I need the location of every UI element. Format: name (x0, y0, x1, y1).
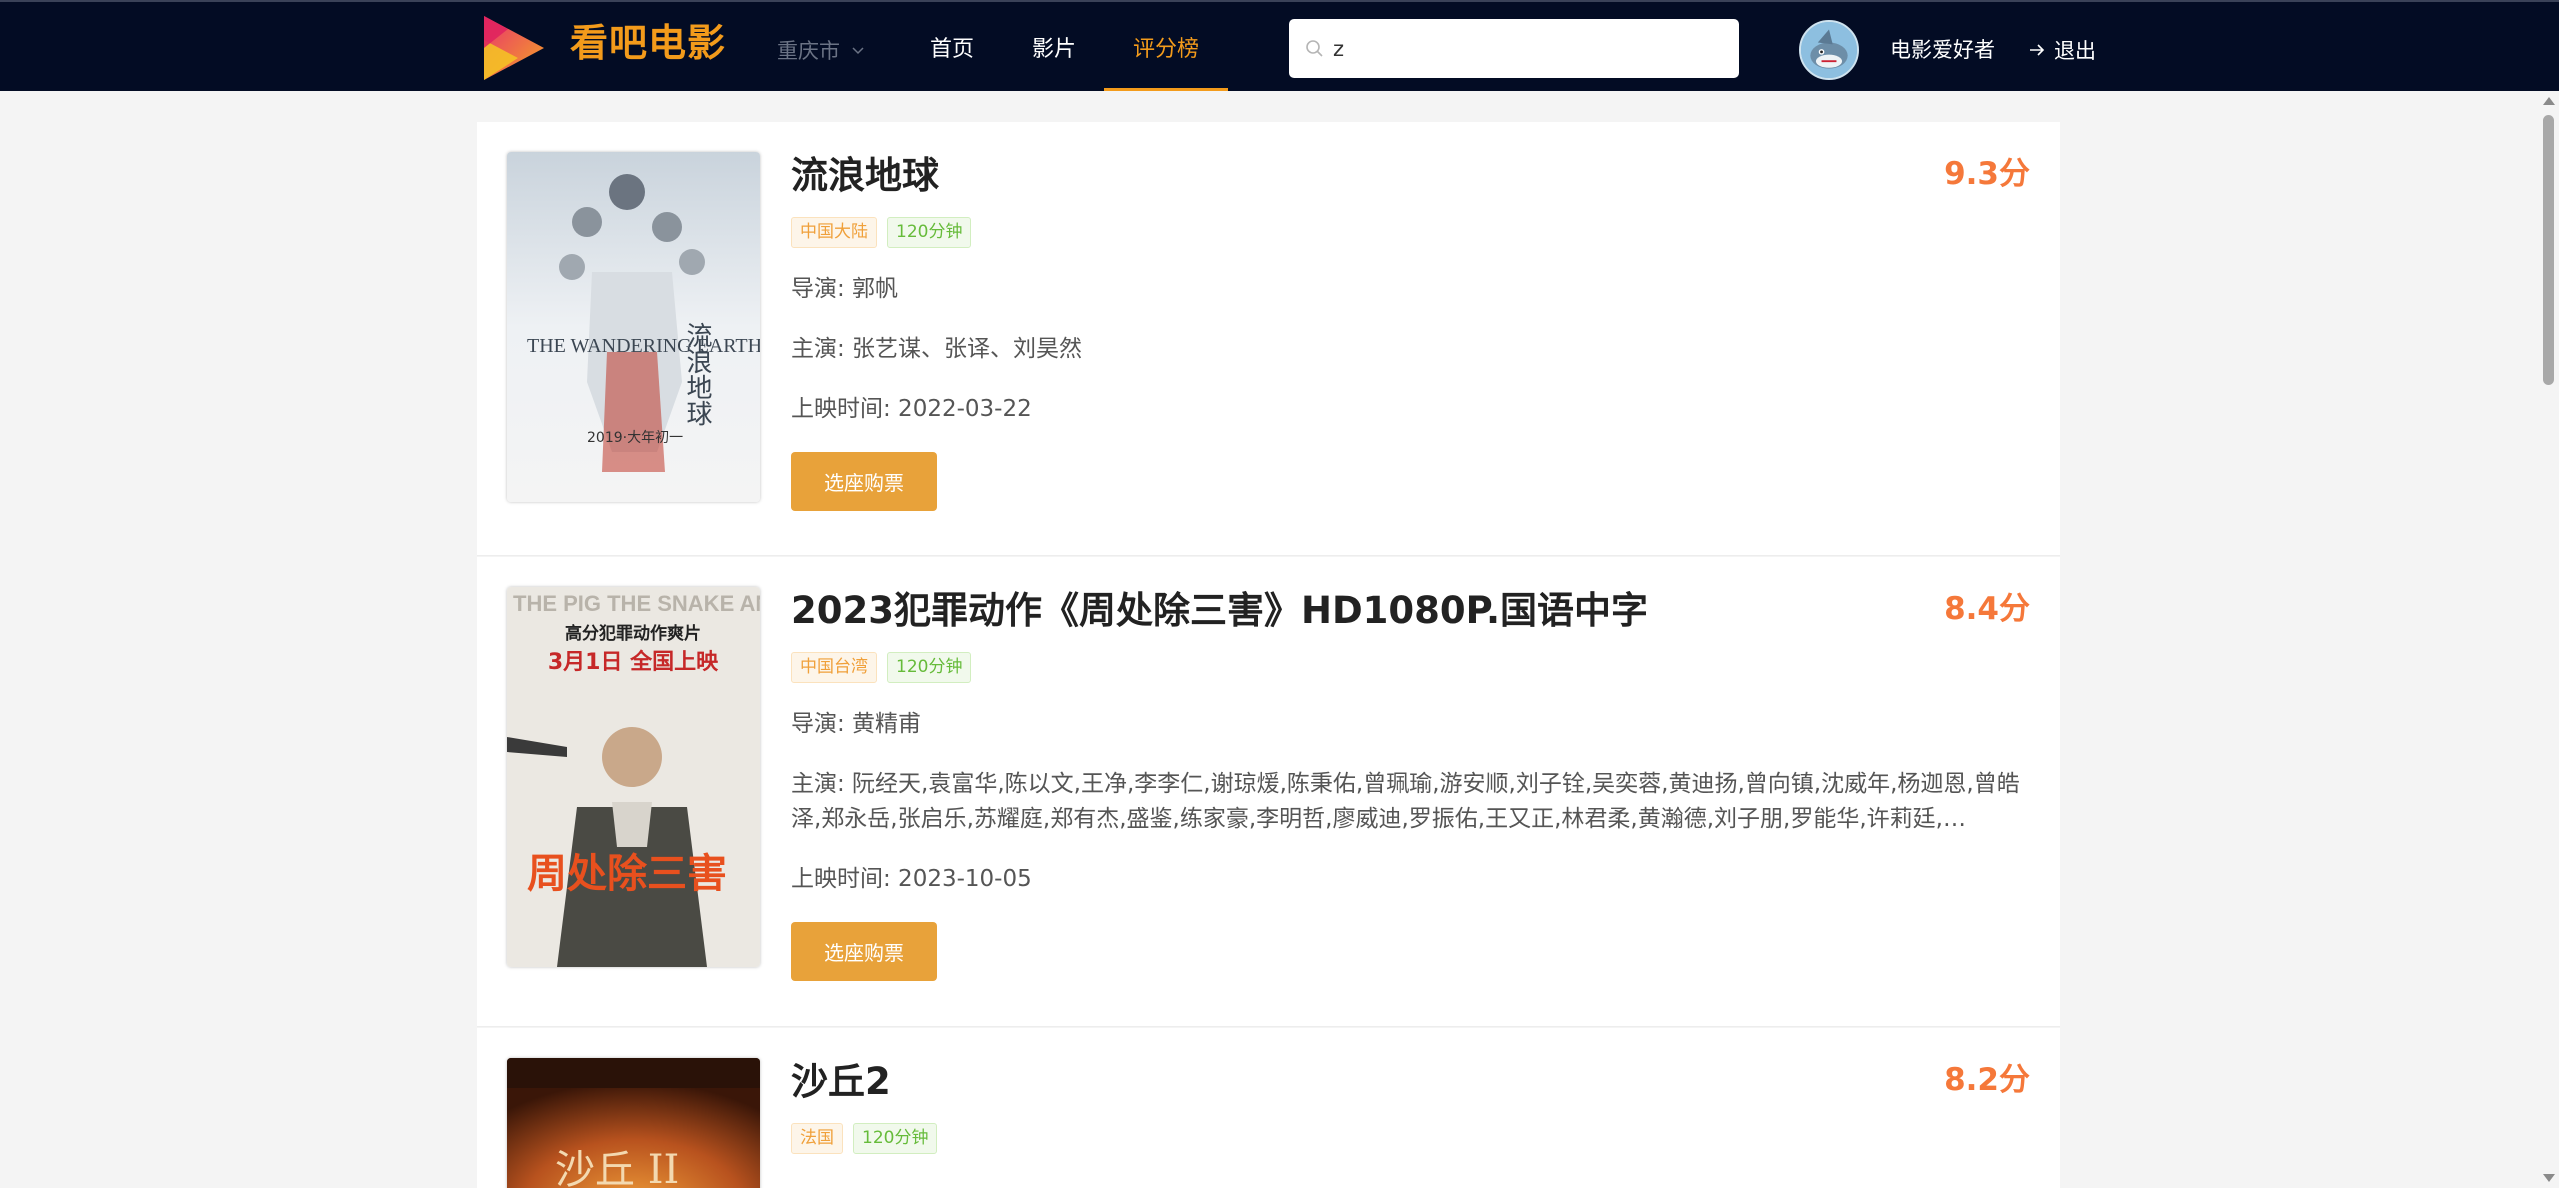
region-tag: 中国大陆 (791, 217, 877, 248)
movie-title[interactable]: 流浪地球 (791, 150, 939, 202)
movie-card: THE PIG THE SNAKE AND THE PIGEON 高分犯罪动作爽… (477, 557, 2060, 1027)
logout-button[interactable]: 退出 (2028, 30, 2096, 70)
poster-title-cn: 流浪地球 (682, 322, 712, 426)
poster-image: THE PIG THE SNAKE AND THE PIGEON 高分犯罪动作爽… (507, 587, 760, 967)
search-icon (1306, 39, 1323, 57)
scroll-up-arrow-icon[interactable] (2543, 97, 2555, 105)
logo-icon[interactable] (478, 10, 550, 86)
movie-title[interactable]: 2023犯罪动作《周处除三害》HD1080P.国语中字 (791, 585, 1648, 637)
movie-release-date: 上映时间: 2022-03-22 (791, 396, 1032, 422)
nav-movies[interactable]: 影片 (1014, 2, 1094, 91)
region-tag: 中国台湾 (791, 652, 877, 683)
movie-poster[interactable]: THE PIG THE SNAKE AND THE PIGEON 高分犯罪动作爽… (507, 587, 760, 967)
poster-release-text: 3月1日 全国上映 (548, 649, 719, 675)
poster-image: THE WANDERING EARTH 流浪地球 2019·大年初一 (507, 152, 760, 502)
duration-tag: 120分钟 (887, 652, 972, 683)
search-box[interactable] (1289, 19, 1739, 78)
city-selector[interactable]: 重庆市 (777, 30, 866, 70)
poster-title-en: THE PIG THE SNAKE AND THE PIGEON (513, 591, 760, 616)
region-tag: 法国 (791, 1123, 843, 1154)
chevron-down-icon (852, 47, 864, 55)
avatar[interactable] (1799, 20, 1859, 80)
search-input[interactable] (1333, 36, 1713, 61)
movie-tags: 法国 120分钟 (791, 1123, 938, 1154)
logout-label: 退出 (2054, 39, 2096, 63)
buy-ticket-button[interactable]: 选座购票 (791, 452, 937, 511)
poster-title-en: THE WANDERING EARTH (527, 335, 760, 357)
movie-tags: 中国大陆 120分钟 (791, 217, 972, 248)
movie-card: THE WANDERING EARTH 流浪地球 2019·大年初一 流浪地球 … (477, 122, 2060, 556)
movie-title[interactable]: 沙丘2 (791, 1056, 891, 1108)
movie-score: 8.4分 (1944, 591, 2030, 627)
shark-avatar-icon (1801, 22, 1857, 78)
movie-director: 导演: 郭帆 (791, 276, 899, 302)
nav-rankings[interactable]: 评分榜 (1104, 2, 1228, 91)
top-navbar: 看吧电影 重庆市 首页 影片 评分榜 电影爱好者 退出 (0, 0, 2559, 91)
username[interactable]: 电影爱好者 (1890, 30, 1995, 70)
movie-score: 9.3分 (1944, 156, 2030, 192)
movie-release-date: 上映时间: 2023-10-05 (791, 866, 1032, 892)
movie-cast: 主演: 阮经天,袁富华,陈以文,王净,李李仁,谢琼煖,陈秉佑,曾珮瑜,游安顺,刘… (791, 771, 2020, 832)
duration-tag: 120分钟 (853, 1123, 938, 1154)
page-scrollbar[interactable] (2538, 91, 2559, 1188)
city-label: 重庆市 (777, 39, 840, 63)
poster-title-cn: 周处除三害 (527, 850, 727, 897)
scroll-down-arrow-icon[interactable] (2543, 1174, 2555, 1182)
movie-director: 导演: 黄精甫 (791, 711, 922, 737)
buy-ticket-button[interactable]: 选座购票 (791, 922, 937, 981)
poster-release-text: 2019·大年初一 (587, 429, 683, 446)
duration-tag: 120分钟 (887, 217, 972, 248)
poster-title-cn: 沙丘 II (555, 1147, 679, 1188)
movie-poster[interactable]: 沙丘 II (507, 1058, 760, 1188)
movie-score: 8.2分 (1944, 1062, 2030, 1098)
scrollbar-thumb[interactable] (2543, 115, 2554, 385)
movie-tags: 中国台湾 120分钟 (791, 652, 972, 683)
arrow-right-icon (2030, 44, 2045, 56)
movie-card: 沙丘 II 沙丘2 8.2分 法国 120分钟 (477, 1028, 2060, 1188)
poster-image: 沙丘 II (507, 1058, 760, 1188)
nav-home[interactable]: 首页 (912, 2, 992, 91)
logo-text[interactable]: 看吧电影 (570, 16, 726, 70)
movie-poster[interactable]: THE WANDERING EARTH 流浪地球 2019·大年初一 (507, 152, 760, 502)
poster-tagline: 高分犯罪动作爽片 (565, 623, 701, 644)
movie-cast: 主演: 张艺谋、张译、刘昊然 (791, 336, 1083, 362)
